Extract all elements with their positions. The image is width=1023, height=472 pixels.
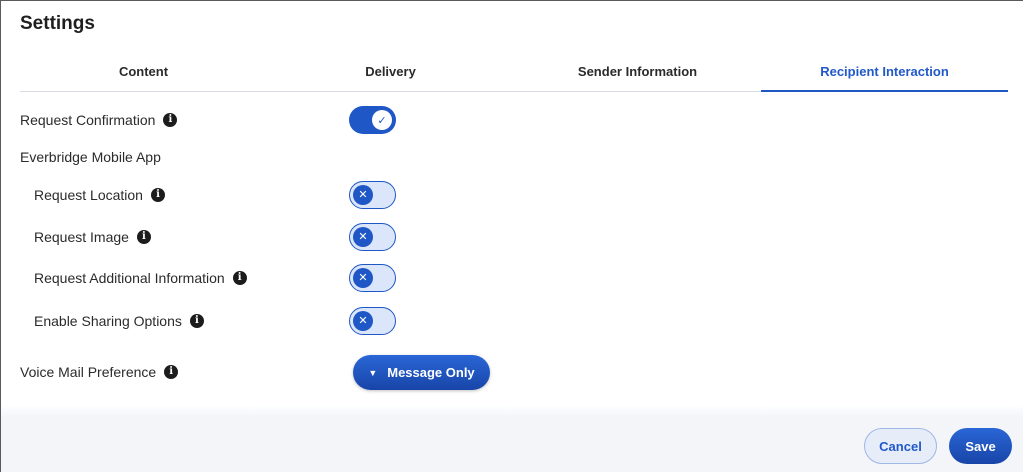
tab-bar: Content Delivery Sender Information Reci… xyxy=(20,52,1008,92)
enable-sharing-toggle[interactable]: ✕ xyxy=(349,307,396,335)
request-location-toggle[interactable]: ✕ xyxy=(349,181,396,209)
voice-mail-row: Voice Mail Preference i xyxy=(20,361,179,383)
info-icon[interactable]: i xyxy=(136,230,151,244)
info-icon[interactable]: i xyxy=(232,271,247,285)
cancel-button[interactable]: Cancel xyxy=(864,428,937,464)
check-icon: ✓ xyxy=(372,110,392,130)
voice-mail-dropdown[interactable]: ▼ Message Only xyxy=(353,355,490,390)
tab-content[interactable]: Content xyxy=(20,52,267,91)
request-image-label: Request Image xyxy=(34,229,129,245)
save-button[interactable]: Save xyxy=(949,428,1012,464)
info-icon[interactable]: i xyxy=(189,314,204,328)
voice-mail-label: Voice Mail Preference xyxy=(20,364,157,380)
info-icon[interactable]: i xyxy=(150,188,165,202)
enable-sharing-label: Enable Sharing Options xyxy=(34,313,182,329)
close-icon: ✕ xyxy=(353,184,373,205)
chevron-down-icon: ▼ xyxy=(368,367,378,378)
voice-mail-selected-value: Message Only xyxy=(387,365,475,380)
request-location-label: Request Location xyxy=(34,187,143,203)
info-icon[interactable]: i xyxy=(164,365,179,379)
mobile-app-heading: Everbridge Mobile App xyxy=(20,146,161,168)
mobile-app-heading-label: Everbridge Mobile App xyxy=(20,149,161,165)
request-location-row: Request Location i xyxy=(34,184,165,206)
info-icon[interactable]: i xyxy=(163,113,178,127)
page-title: Settings xyxy=(20,13,95,34)
enable-sharing-row: Enable Sharing Options i xyxy=(34,310,204,332)
request-additional-info-row: Request Additional Information i xyxy=(34,267,247,289)
request-confirmation-toggle[interactable]: ✓ xyxy=(349,106,396,134)
close-icon: ✕ xyxy=(353,226,373,247)
close-icon: ✕ xyxy=(353,267,373,288)
request-additional-info-label: Request Additional Information xyxy=(34,270,225,286)
request-confirmation-row: Request Confirmation i xyxy=(20,109,178,131)
request-confirmation-label: Request Confirmation xyxy=(20,112,156,128)
request-image-row: Request Image i xyxy=(34,226,151,248)
request-image-toggle[interactable]: ✕ xyxy=(349,223,396,251)
tab-recipient-interaction[interactable]: Recipient Interaction xyxy=(761,52,1008,92)
close-icon: ✕ xyxy=(353,310,373,331)
tab-sender-information[interactable]: Sender Information xyxy=(514,52,761,91)
tab-delivery[interactable]: Delivery xyxy=(267,52,514,91)
request-additional-info-toggle[interactable]: ✕ xyxy=(349,264,396,292)
